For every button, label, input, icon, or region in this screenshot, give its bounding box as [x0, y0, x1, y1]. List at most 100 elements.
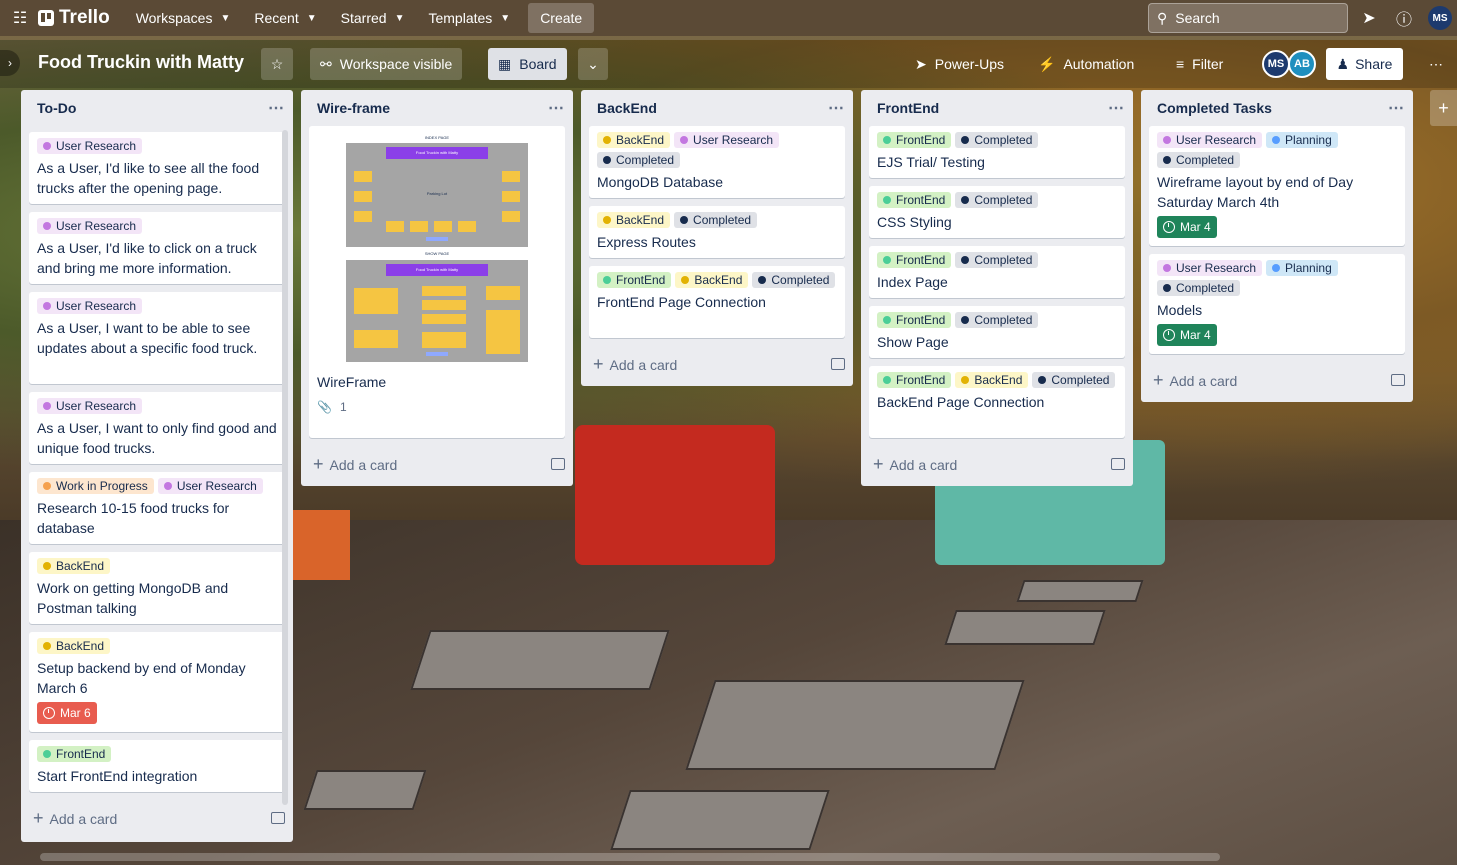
card-label[interactable]: Completed [955, 192, 1039, 208]
list-menu-icon[interactable]: ⋯ [1388, 98, 1405, 118]
board-view-button[interactable]: ▦ Board [488, 48, 567, 80]
card-label[interactable]: BackEnd [597, 132, 671, 148]
list-scrollbar[interactable] [282, 130, 288, 805]
card[interactable]: INDEX PAGE Food Truckin with Matty Parki… [309, 126, 565, 438]
add-card-button[interactable]: + Add a card [1141, 362, 1413, 398]
card[interactable]: User Research Planning Completed Models … [1149, 254, 1405, 354]
card[interactable]: User Research Planning Completed Wirefra… [1149, 126, 1405, 246]
templates-menu[interactable]: Templates ▼ [418, 4, 520, 32]
add-card-button[interactable]: + Add a card [581, 346, 853, 382]
add-card-button[interactable]: + Add a card [21, 800, 293, 836]
card-template-icon[interactable] [271, 812, 285, 824]
card-label[interactable]: User Research [37, 218, 143, 234]
card-label[interactable]: User Research [1157, 260, 1263, 276]
filter-button[interactable]: ≡ Filter [1166, 48, 1233, 80]
board-menu-icon[interactable]: ⋯ [1418, 48, 1454, 80]
list-title[interactable]: BackEnd [597, 100, 657, 116]
card[interactable]: FrontEnd BackEnd Completed BackEnd Page … [869, 366, 1125, 438]
card-label[interactable]: FrontEnd [877, 372, 952, 388]
search-box[interactable]: ⚲ [1148, 3, 1348, 33]
card-label[interactable]: FrontEnd [877, 252, 952, 268]
card-label[interactable]: Completed [955, 252, 1039, 268]
card-template-icon[interactable] [1111, 458, 1125, 470]
card-label[interactable]: Completed [955, 312, 1039, 328]
help-icon[interactable]: ⓘ [1392, 6, 1416, 30]
card-label[interactable]: User Research [1157, 132, 1263, 148]
card-label[interactable]: Completed [674, 212, 758, 228]
trello-logo[interactable]: Trello [38, 7, 110, 29]
card[interactable]: User Research As a User, I want to be ab… [29, 292, 285, 384]
card-label[interactable]: Completed [1157, 280, 1241, 296]
board-horizontal-scrollbar[interactable] [40, 853, 1220, 861]
card-label[interactable]: BackEnd [597, 212, 671, 228]
card[interactable]: User Research As a User, I want to only … [29, 392, 285, 464]
card-label[interactable]: User Research [37, 398, 143, 414]
add-card-button[interactable]: + Add a card [301, 446, 573, 482]
card-label[interactable]: FrontEnd [597, 272, 672, 288]
card-label[interactable]: User Research [157, 478, 263, 494]
card-label[interactable]: Planning [1266, 260, 1338, 276]
due-date-badge[interactable]: Mar 4 [1157, 216, 1217, 238]
card[interactable]: FrontEnd Completed CSS Styling [869, 186, 1125, 238]
card-label[interactable]: Completed [1157, 152, 1241, 168]
due-date-badge[interactable]: Mar 4 [1157, 324, 1217, 346]
power-ups-button[interactable]: ➤ Power-Ups [905, 48, 1014, 80]
search-input[interactable] [1175, 10, 1326, 26]
card-label[interactable]: BackEnd [37, 638, 111, 654]
card[interactable]: BackEnd Setup backend by end of Monday M… [29, 632, 285, 732]
card-label[interactable]: BackEnd [37, 558, 111, 574]
card-label[interactable]: BackEnd [675, 272, 749, 288]
card-label[interactable]: Work in Progress [37, 478, 154, 494]
card-label[interactable]: User Research [37, 298, 143, 314]
member-avatar[interactable]: MS [1262, 50, 1290, 78]
card[interactable]: User Research As a User, I'd like to cli… [29, 212, 285, 284]
visibility-button[interactable]: ⚯ Workspace visible [310, 48, 463, 80]
card-label[interactable]: Completed [752, 272, 836, 288]
list-menu-icon[interactable]: ⋯ [268, 98, 285, 118]
card[interactable]: FrontEnd Start FrontEnd integration [29, 740, 285, 792]
card[interactable]: Work in Progress User Research Research … [29, 472, 285, 544]
account-avatar[interactable]: MS [1428, 6, 1452, 30]
starred-menu[interactable]: Starred ▼ [331, 4, 415, 32]
card-label[interactable]: Planning [1266, 132, 1338, 148]
card-label[interactable]: FrontEnd [877, 312, 952, 328]
card[interactable]: FrontEnd Completed Show Page [869, 306, 1125, 358]
card[interactable]: FrontEnd Completed EJS Trial/ Testing [869, 126, 1125, 178]
card-label[interactable]: FrontEnd [37, 746, 112, 762]
card[interactable]: FrontEnd Completed Index Page [869, 246, 1125, 298]
list-title[interactable]: Completed Tasks [1157, 100, 1272, 116]
card-label[interactable]: Completed [955, 132, 1039, 148]
card[interactable]: BackEnd User Research Completed MongoDB … [589, 126, 845, 198]
apps-grid-icon[interactable]: ☷ [6, 4, 34, 32]
member-avatar[interactable]: AB [1288, 50, 1316, 78]
megaphone-icon[interactable]: ➤ [1357, 6, 1381, 30]
card-label[interactable]: Completed [597, 152, 681, 168]
list-menu-icon[interactable]: ⋯ [548, 98, 565, 118]
card-label[interactable]: FrontEnd [877, 192, 952, 208]
add-card-button[interactable]: + Add a card [861, 446, 1133, 482]
list-title[interactable]: To-Do [37, 100, 76, 116]
card[interactable]: User Research As a User, I'd like to see… [29, 132, 285, 204]
automation-button[interactable]: ⚡ Automation [1028, 48, 1144, 80]
card-label[interactable]: FrontEnd [877, 132, 952, 148]
create-button[interactable]: Create [528, 3, 595, 33]
list-menu-icon[interactable]: ⋯ [828, 98, 845, 118]
list-menu-icon[interactable]: ⋯ [1108, 98, 1125, 118]
workspaces-menu[interactable]: Workspaces ▼ [126, 4, 241, 32]
add-list-icon[interactable]: + [1430, 90, 1457, 126]
card-label[interactable]: Completed [1032, 372, 1116, 388]
card-label[interactable]: User Research [674, 132, 780, 148]
views-dropdown-chevron-icon[interactable]: ⌄ [578, 48, 608, 80]
star-board-icon[interactable]: ☆ [261, 48, 293, 80]
list-title[interactable]: FrontEnd [877, 100, 939, 116]
card[interactable]: BackEnd Completed Express Routes [589, 206, 845, 258]
recent-menu[interactable]: Recent ▼ [244, 4, 326, 32]
card[interactable]: BackEnd Work on getting MongoDB and Post… [29, 552, 285, 624]
card-template-icon[interactable] [831, 358, 845, 370]
card-template-icon[interactable] [1391, 374, 1405, 386]
board-title[interactable]: Food Truckin with Matty [38, 52, 244, 73]
due-date-badge[interactable]: Mar 6 [37, 702, 97, 724]
list-title[interactable]: Wire-frame [317, 100, 390, 116]
card-label[interactable]: User Research [37, 138, 143, 154]
card[interactable]: FrontEnd BackEnd Completed FrontEnd Page… [589, 266, 845, 338]
